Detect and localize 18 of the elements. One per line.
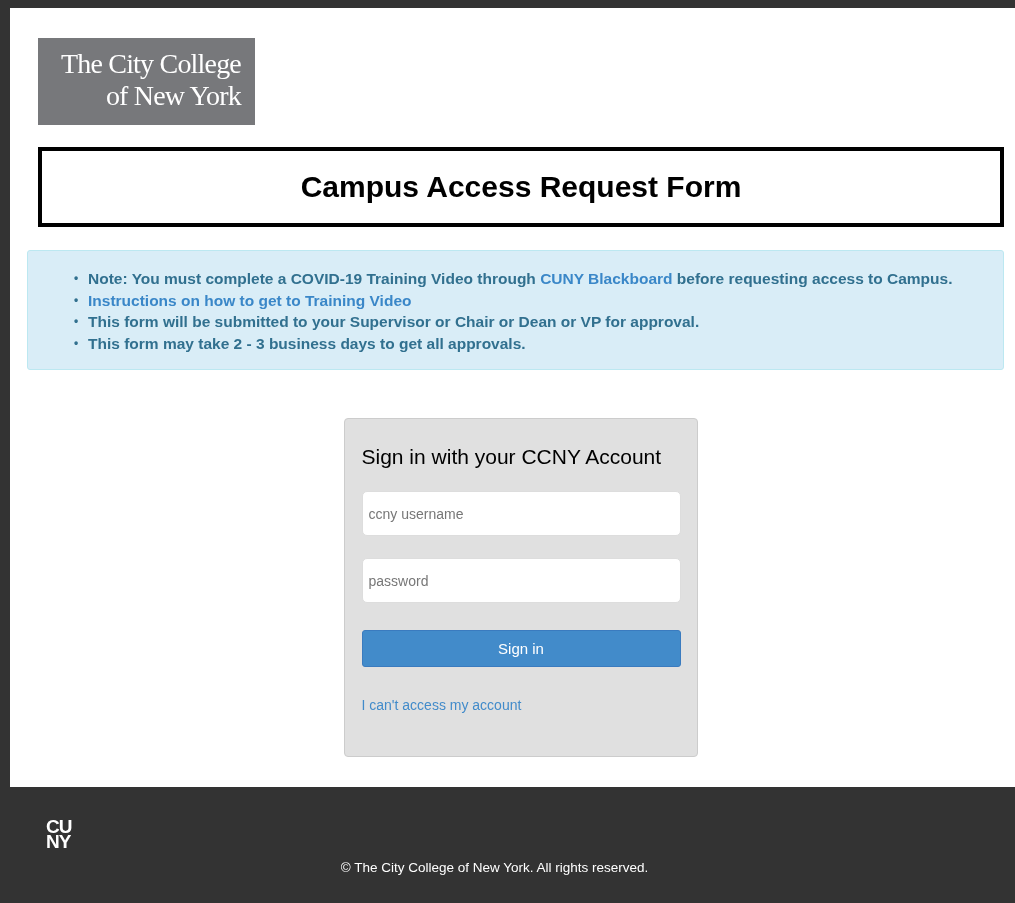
login-heading: Sign in with your CCNY Account xyxy=(361,445,663,469)
notice-text: This form will be submitted to your Supervisor or Chair or Dean or VP for approval. xyxy=(88,312,700,332)
cuny-logo: CU NY xyxy=(46,819,72,849)
input-field[interactable]: ccny username xyxy=(361,491,681,536)
bullet-mark: • xyxy=(74,313,80,330)
bullet-mark: • xyxy=(74,291,80,309)
notice-link[interactable]: Instructions on how to get to Training Video xyxy=(88,289,412,311)
page-title: Campus Access Request Form xyxy=(38,147,1004,227)
college-logo: The City College of New York xyxy=(38,38,255,125)
bullet-mark: • xyxy=(74,270,80,287)
input-field[interactable]: password xyxy=(361,558,681,603)
sign-in-button[interactable]: Sign in xyxy=(361,630,681,667)
notice-text: This form may take 2 - 3 business days to get all approvals. xyxy=(88,333,526,354)
help-link[interactable]: I can't access my account xyxy=(361,697,522,713)
bullet-mark: • xyxy=(74,334,80,352)
notice-link[interactable]: CUNY Blackboard xyxy=(540,270,673,287)
notice-text: Note: You must complete a COVID-19 Training Video through CUNY Blackboard before requesting access to Campus. xyxy=(88,269,953,289)
copyright-text: © The City College of New York. All rights reserved. xyxy=(339,860,650,875)
